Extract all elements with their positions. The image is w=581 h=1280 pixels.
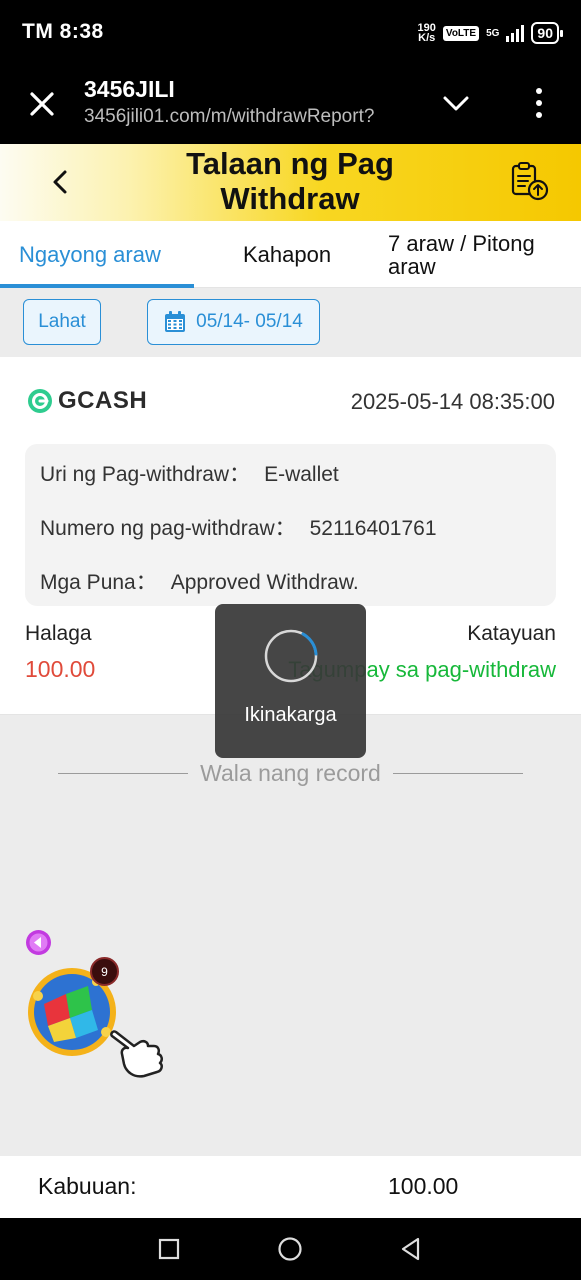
payment-brand: GCASH (26, 387, 147, 415)
more-vert-icon[interactable] (530, 86, 548, 120)
system-nav-bar (0, 1218, 581, 1280)
loading-toast: Ikinakarga (215, 604, 366, 758)
browser-url[interactable]: 3456jili01.com/m/withdrawReport? (84, 106, 414, 128)
browser-title: 3456JILI (84, 76, 175, 102)
filter-row: Lahat 05/14- 05/14 (0, 288, 581, 357)
browser-bar: 3456JILI 3456jili01.com/m/withdrawReport… (0, 68, 581, 144)
no-more-records-text: Wala nang record (200, 759, 381, 786)
status-bar: TM 8:38 190 K/s VoLTE 5G 90 (0, 0, 581, 68)
tab-today[interactable]: Ngayong araw (19, 221, 161, 288)
payment-brand-name: GCASH (58, 387, 148, 414)
pointing-hand-icon (110, 1030, 163, 1078)
filter-all-button[interactable]: Lahat (23, 299, 101, 345)
back-icon[interactable] (397, 1235, 425, 1263)
chevron-down-icon[interactable] (440, 88, 472, 120)
home-icon[interactable] (276, 1235, 304, 1263)
detail-row-remarks: Mga Puna： Approved Withdraw. (40, 566, 359, 596)
detail-row-number: Numero ng pag-withdraw： 52116401761 (40, 512, 437, 542)
page-header: Talaan ng Pag Withdraw (0, 144, 581, 221)
status-time: TM 8:38 (22, 20, 104, 43)
volte-icon: VoLTE (442, 25, 480, 41)
divider (58, 772, 189, 774)
detail-row-type: Uri ng Pag-withdraw： E-wallet (40, 458, 339, 488)
detail-label: Uri ng Pag-withdraw： (40, 463, 251, 486)
notification-badge: 9 (90, 957, 119, 986)
total-value: 100.00 (388, 1173, 459, 1199)
detail-label: Mga Puna： (40, 571, 157, 594)
filter-all-label: Lahat (38, 311, 86, 332)
amount-label: Halaga (25, 622, 92, 645)
status-label: Katayuan (467, 622, 556, 645)
loading-text: Ikinakarga (244, 704, 337, 726)
total-label: Kabuuan: (38, 1173, 137, 1199)
page-title: Talaan ng Pag Withdraw (186, 146, 394, 216)
gcash-logo-icon (28, 389, 52, 413)
loading-spinner-icon (264, 629, 318, 683)
no-more-records: Wala nang record (58, 758, 523, 788)
detail-value: 52116401761 (309, 517, 437, 540)
date-range-button[interactable]: 05/14- 05/14 (147, 299, 320, 345)
net-speed: 190 K/s (418, 23, 436, 44)
amount-value: 100.00 (25, 656, 96, 682)
recent-apps-icon[interactable] (155, 1235, 183, 1263)
back-arrow-icon[interactable] (46, 166, 76, 198)
detail-label: Numero ng pag-withdraw： (40, 517, 296, 540)
record-datetime: 2025-05-14 08:35:00 (350, 389, 555, 414)
battery-icon: 90 (531, 22, 563, 44)
detail-value: Approved Withdraw. (170, 571, 359, 594)
net-speed-unit: K/s (418, 32, 436, 44)
tab-yesterday[interactable]: Kahapon (243, 221, 331, 288)
date-tabs: Ngayong araw Kahapon 7 araw / Pitong ara… (0, 221, 581, 288)
divider (392, 772, 523, 774)
clipboard-upload-icon[interactable] (508, 160, 550, 202)
tab-seven-days[interactable]: 7 araw / Pitong araw (388, 221, 568, 288)
date-range-label: 05/14- 05/14 (196, 311, 303, 332)
status-icons: 190 K/s VoLTE 5G 90 (418, 22, 563, 44)
network-type: 5G (486, 27, 500, 39)
close-icon[interactable] (24, 86, 60, 122)
signal-icon (506, 24, 525, 42)
collapse-widget-icon[interactable] (25, 929, 52, 956)
total-bar: Kabuuan: 100.00 (0, 1156, 581, 1218)
calendar-icon (165, 311, 186, 332)
battery-level: 90 (537, 25, 553, 41)
detail-value: E-wallet (264, 463, 339, 486)
record-details: Uri ng Pag-withdraw： E-wallet Numero ng p… (25, 444, 556, 606)
